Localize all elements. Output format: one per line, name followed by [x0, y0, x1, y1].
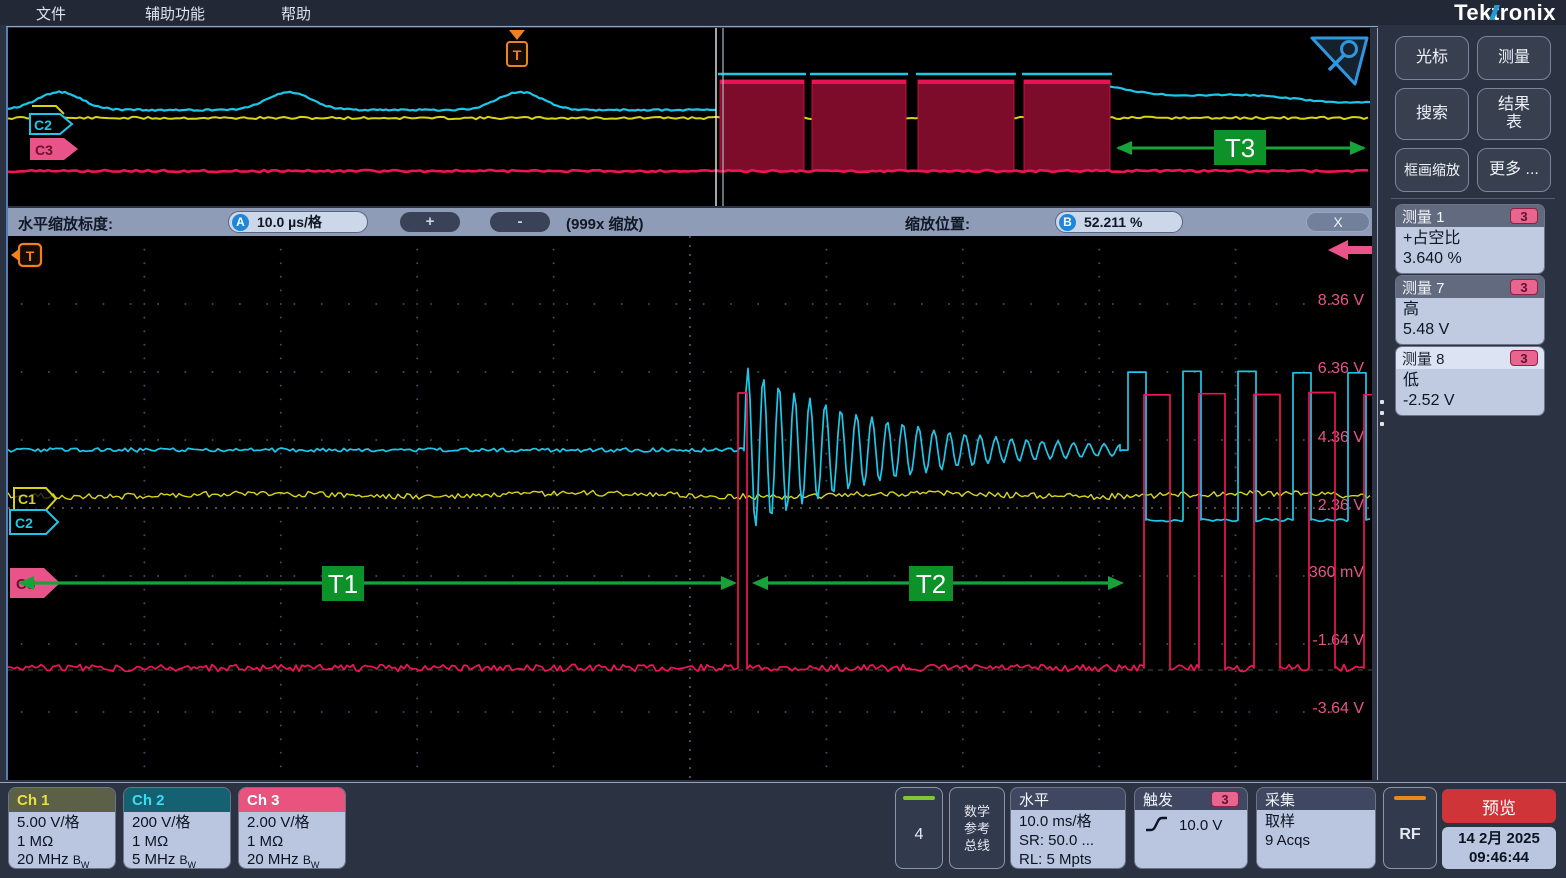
- svg-text:C2: C2: [15, 515, 33, 531]
- svg-text:T: T: [26, 248, 35, 264]
- overview-ch3-marker[interactable]: C3: [30, 138, 78, 160]
- menu-utility[interactable]: 辅助功能: [145, 3, 205, 24]
- rf-button[interactable]: RF: [1383, 787, 1437, 869]
- trigger-badge[interactable]: 触发3 10.0 V: [1134, 787, 1248, 869]
- svg-text:T: T: [513, 47, 522, 63]
- channel-2-badge[interactable]: Ch 2 200 V/格1 MΩ 5 MHz BW: [123, 787, 231, 869]
- math-ref-bus-button[interactable]: 数学参考总线: [949, 787, 1005, 869]
- oscilloscope-screen: 文件 辅助功能 帮助 Tektronix T C2: [0, 0, 1566, 878]
- waveform-overview[interactable]: T C2 C3 T3: [8, 28, 1370, 206]
- ch1-marker[interactable]: C1: [14, 488, 56, 510]
- measurement-badge-1[interactable]: 测量 13 +占空比3.640 %: [1395, 204, 1545, 274]
- zoom-scale-label: 水平缩放标度:: [18, 213, 113, 234]
- svg-text:-3.64 V: -3.64 V: [1312, 700, 1364, 717]
- menu-help[interactable]: 帮助: [281, 3, 311, 24]
- svg-text:T3: T3: [1225, 133, 1255, 163]
- svg-text:C2: C2: [34, 117, 52, 133]
- measurement-value: -2.52 V: [1403, 391, 1537, 411]
- svg-text:6.36 V: 6.36 V: [1318, 360, 1365, 377]
- acquisition-badge[interactable]: 采集 取样9 Acqs: [1256, 787, 1376, 869]
- channel-1-badge[interactable]: Ch 1 5.00 V/格1 MΩ 20 MHz BW: [8, 787, 116, 869]
- svg-text:T2: T2: [916, 569, 946, 599]
- vertical-axis-labels: 8.36 V 6.36 V 4.36 V 2.36 V 360 mV -1.64…: [1309, 292, 1364, 717]
- svg-text:8.36 V: 8.36 V: [1318, 292, 1365, 309]
- bottom-bar: Ch 1 5.00 V/格1 MΩ 20 MHz BW Ch 2 200 V/格…: [0, 782, 1566, 878]
- measurement-value: 5.48 V: [1403, 320, 1537, 340]
- zoom-in-button[interactable]: +: [400, 212, 460, 232]
- zoom-close-button[interactable]: X: [1306, 212, 1370, 232]
- results-table-button[interactable]: 结果 表: [1477, 88, 1551, 140]
- rf-color-line: [1394, 796, 1426, 800]
- bandwidth-limit-icon: B: [303, 853, 311, 867]
- trigger-position-icon[interactable]: T: [507, 30, 527, 66]
- horizontal-badge[interactable]: 水平 10.0 ms/格SR: 50.0 ...RL: 5 Mpts: [1010, 787, 1126, 869]
- main-waveforms: [8, 368, 1372, 671]
- measurement-badge-7[interactable]: 测量 73 高5.48 V: [1395, 275, 1545, 345]
- overview-waveforms: [8, 74, 1370, 172]
- measure-button[interactable]: 测量: [1477, 36, 1551, 80]
- graticule-grid: [8, 236, 1372, 780]
- main-graticule[interactable]: 8.36 V 6.36 V 4.36 V 2.36 V 360 mV -1.64…: [8, 236, 1372, 780]
- overview-ch1-marker[interactable]: [32, 106, 64, 114]
- sidebar-divider: [1391, 198, 1555, 199]
- menu-bar: 文件 辅助功能 帮助 Tektronix: [0, 0, 1566, 25]
- t2-annotation: T2: [752, 566, 1124, 601]
- rising-edge-icon: [1143, 816, 1169, 834]
- source-badge: 3: [1510, 279, 1538, 295]
- ch3-offscreen-arrow-icon: [1328, 240, 1372, 260]
- t3-annotation: T3: [1116, 130, 1366, 165]
- svg-text:-1.64 V: -1.64 V: [1312, 632, 1364, 649]
- zoom-out-button[interactable]: -: [490, 212, 550, 232]
- panel-divider[interactable]: [1377, 28, 1378, 780]
- zoom-flag-icon[interactable]: [1312, 38, 1367, 84]
- zoom-control-bar: 水平缩放标度: A 10.0 µs/格 + - (999x 缩放) 缩放位置: …: [8, 208, 1372, 236]
- knob-b-icon: B: [1059, 214, 1076, 231]
- search-button[interactable]: 搜索: [1395, 88, 1469, 140]
- bandwidth-limit-icon: B: [180, 853, 188, 867]
- ch4-color-line: [903, 796, 935, 800]
- svg-text:C1: C1: [18, 491, 36, 507]
- ch2-marker[interactable]: C2: [10, 510, 58, 534]
- window-top-border: [6, 26, 1378, 27]
- more-button[interactable]: 更多 ...: [1477, 148, 1551, 192]
- right-sidebar: 光标 测量 搜索 结果 表 框画缩放 更多 ... 测量 13 +占空比3.64…: [1383, 28, 1566, 782]
- tektronix-logo: Tektronix: [1454, 0, 1556, 26]
- trigger-source-badge: 3: [1211, 791, 1239, 807]
- source-badge: 3: [1510, 208, 1538, 224]
- svg-text:4.36 V: 4.36 V: [1318, 429, 1365, 446]
- svg-text:C3: C3: [35, 142, 53, 158]
- preview-button[interactable]: 预览: [1442, 789, 1556, 823]
- measurement-name: +占空比: [1403, 229, 1537, 249]
- zoom-factor: (999x 缩放): [566, 213, 644, 234]
- source-badge: 3: [1510, 350, 1538, 366]
- measurement-badge-8[interactable]: 测量 83 低-2.52 V: [1395, 346, 1545, 416]
- zoom-position-label: 缩放位置:: [905, 213, 970, 234]
- channel-4-button[interactable]: 4: [895, 787, 943, 869]
- zoom-position-value[interactable]: B 52.211 %: [1055, 211, 1183, 233]
- knob-a-icon: A: [232, 214, 249, 231]
- svg-text:T1: T1: [328, 569, 358, 599]
- channel-3-badge[interactable]: Ch 3 2.00 V/格1 MΩ 20 MHz BW: [238, 787, 346, 869]
- trigger-level-icon[interactable]: T: [11, 244, 41, 266]
- zoom-scale-value[interactable]: A 10.0 µs/格: [228, 211, 368, 233]
- cursors-button[interactable]: 光标: [1395, 36, 1469, 80]
- measurement-value: 3.640 %: [1403, 249, 1537, 269]
- svg-text:360 mV: 360 mV: [1309, 564, 1364, 581]
- bandwidth-limit-icon: B: [73, 853, 81, 867]
- datetime-badge: 14 2月 202509:46:44: [1442, 827, 1556, 869]
- measurement-name: 低: [1403, 371, 1537, 391]
- svg-text:2.36 V: 2.36 V: [1318, 497, 1365, 514]
- box-zoom-button[interactable]: 框画缩放: [1395, 148, 1469, 192]
- menu-file[interactable]: 文件: [36, 3, 66, 24]
- t1-annotation: T1: [18, 566, 737, 601]
- measurement-name: 高: [1403, 300, 1537, 320]
